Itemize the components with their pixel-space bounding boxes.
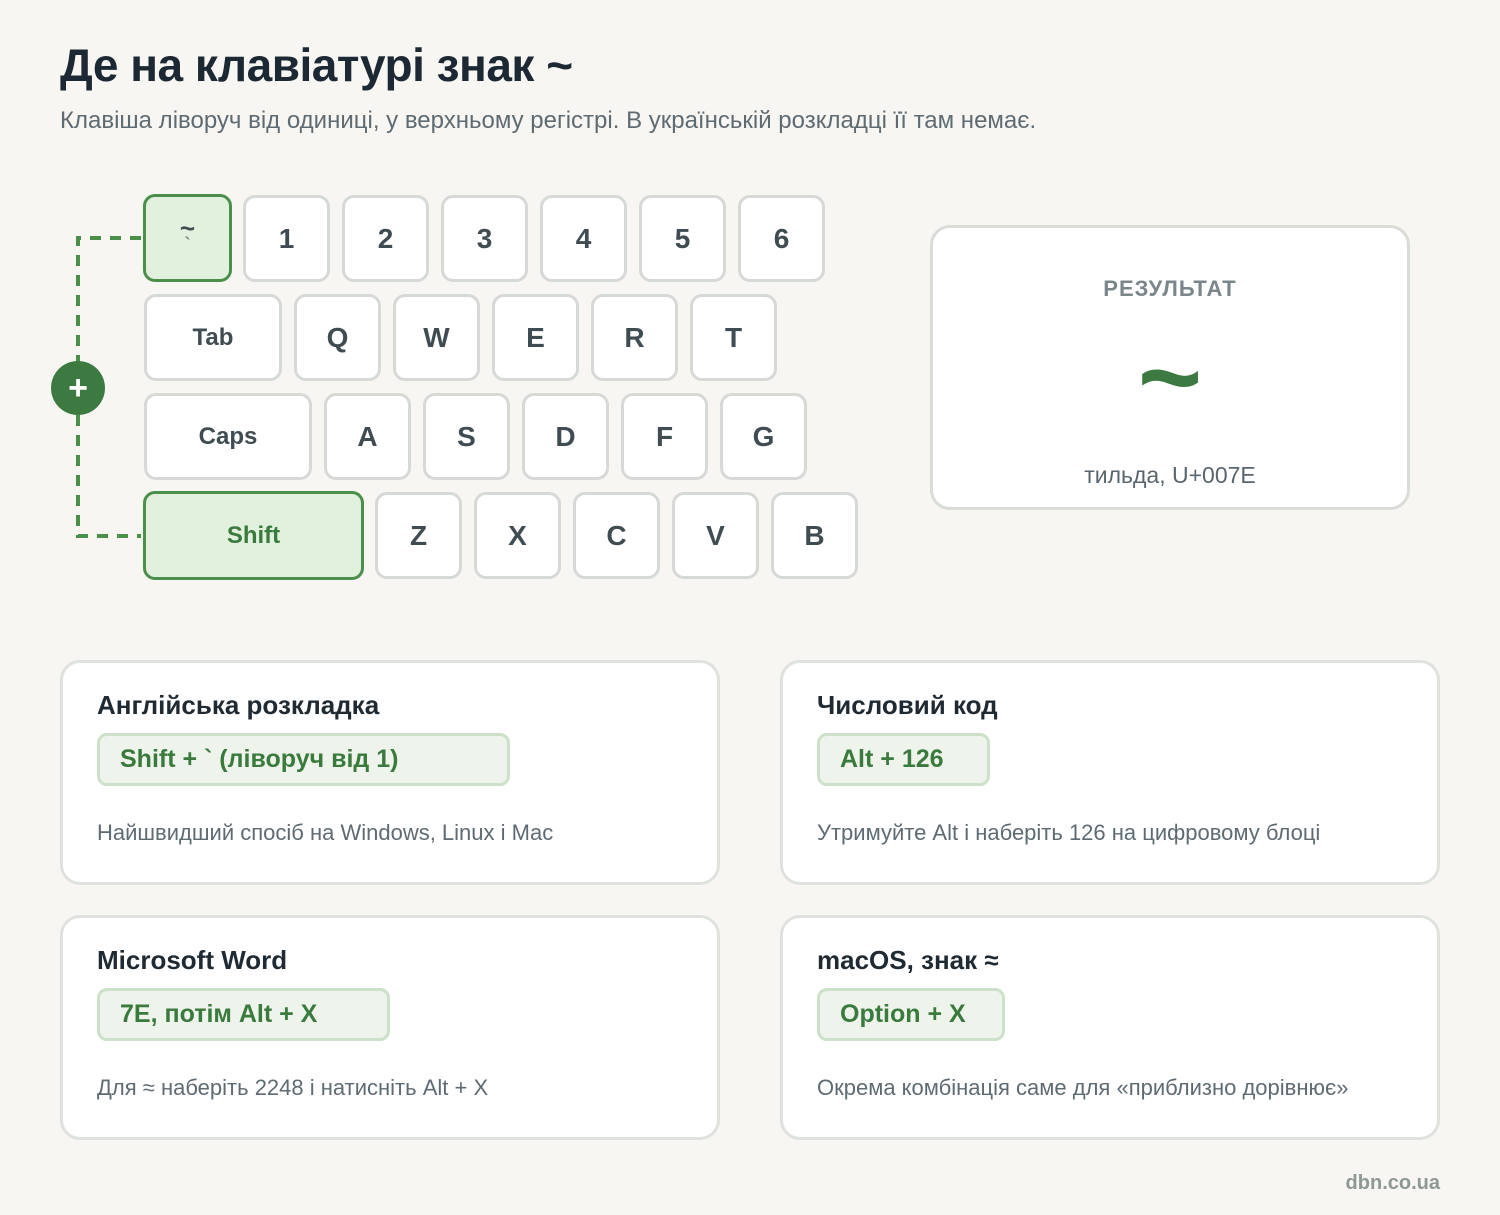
card-microsoft-word: Microsoft Word 7E, потім Alt + X Для ≈ н… bbox=[60, 915, 720, 1140]
plus-badge: + bbox=[51, 361, 105, 415]
key-c[interactable]: C bbox=[573, 492, 660, 579]
key-shift[interactable]: Shift bbox=[143, 491, 364, 580]
key-f[interactable]: F bbox=[621, 393, 708, 480]
key-e[interactable]: E bbox=[492, 294, 579, 381]
card-english-layout: Англійська розкладка Shift + ` (ліворуч … bbox=[60, 660, 720, 885]
shortcut-combo: Alt + 126 bbox=[817, 733, 990, 786]
key-b[interactable]: B bbox=[771, 492, 858, 579]
shortcut-combo: Option + X bbox=[817, 988, 1005, 1041]
key-g[interactable]: G bbox=[720, 393, 807, 480]
card-title: Числовий код bbox=[817, 690, 998, 720]
card-title: macOS, знак ≈ bbox=[817, 945, 999, 975]
card-title: Англійська розкладка bbox=[97, 690, 380, 720]
key-5[interactable]: 5 bbox=[639, 195, 726, 282]
key-d[interactable]: D bbox=[522, 393, 609, 480]
key-4[interactable]: 4 bbox=[540, 195, 627, 282]
key-r[interactable]: R bbox=[591, 294, 678, 381]
card-description: Найшвидший спосіб на Windows, Linux і Ma… bbox=[97, 820, 554, 845]
key-tilde-lower: ` bbox=[184, 234, 191, 254]
key-2[interactable]: 2 bbox=[342, 195, 429, 282]
key-a[interactable]: A bbox=[324, 393, 411, 480]
key-v[interactable]: V bbox=[672, 492, 759, 579]
shortcut-combo: Shift + ` (ліворуч від 1) bbox=[97, 733, 510, 786]
key-s[interactable]: S bbox=[423, 393, 510, 480]
card-macos: macOS, знак ≈ Option + X Окрема комбінац… bbox=[780, 915, 1440, 1140]
shortcut-combo: 7E, потім Alt + X bbox=[97, 988, 390, 1041]
card-title: Microsoft Word bbox=[97, 945, 288, 975]
key-q[interactable]: Q bbox=[294, 294, 381, 381]
card-description: Для ≈ наберіть 2248 і натисніть Alt + X bbox=[97, 1075, 489, 1100]
key-x[interactable]: X bbox=[474, 492, 561, 579]
card-description: Утримуйте Alt і наберіть 126 на цифровом… bbox=[817, 820, 1321, 845]
key-tab[interactable]: Tab bbox=[144, 294, 282, 381]
key-tilde[interactable]: ~ ` bbox=[143, 194, 232, 282]
key-caps[interactable]: Caps bbox=[144, 393, 312, 480]
card-numeric-code: Числовий код Alt + 126 Утримуйте Alt і н… bbox=[780, 660, 1440, 885]
key-z[interactable]: Z bbox=[375, 492, 462, 579]
key-1[interactable]: 1 bbox=[243, 195, 330, 282]
result-symbol: ~ bbox=[1137, 316, 1203, 439]
result-description: тильда, U+007E bbox=[1084, 462, 1256, 488]
card-description: Окрема комбінація саме для «приблизно до… bbox=[817, 1075, 1349, 1100]
key-3[interactable]: 3 bbox=[441, 195, 528, 282]
site-watermark: dbn.co.ua bbox=[1345, 1172, 1440, 1194]
result-panel: РЕЗУЛЬТАТ ~ тильда, U+007E bbox=[930, 225, 1410, 510]
key-6[interactable]: 6 bbox=[738, 195, 825, 282]
key-w[interactable]: W bbox=[393, 294, 480, 381]
result-label: РЕЗУЛЬТАТ bbox=[1103, 276, 1237, 301]
key-t[interactable]: T bbox=[690, 294, 777, 381]
